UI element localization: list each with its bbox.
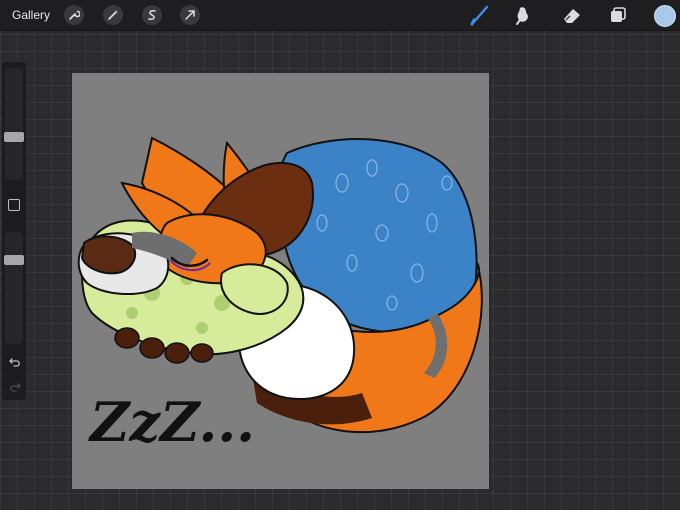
transform-arrow-icon[interactable] — [180, 5, 200, 25]
left-sidebar — [2, 62, 26, 400]
selection-icon[interactable] — [142, 5, 162, 25]
color-swatch[interactable] — [654, 5, 676, 27]
zzz-caption: ZzZ... — [88, 390, 255, 454]
wrench-icon[interactable] — [64, 5, 84, 25]
artwork: ZzZ... — [77, 136, 483, 454]
layers-icon[interactable] — [607, 4, 629, 26]
brush-size-slider[interactable] — [4, 68, 24, 180]
drawing-canvas[interactable]: ZzZ... — [72, 73, 489, 489]
smudge-icon[interactable] — [512, 4, 534, 26]
modify-button[interactable] — [8, 199, 20, 211]
nose — [80, 235, 137, 275]
opacity-slider[interactable] — [4, 232, 24, 344]
undo-icon[interactable] — [8, 355, 22, 369]
brush-icon[interactable] — [469, 4, 491, 26]
magic-wand-icon[interactable] — [103, 5, 123, 25]
gallery-button[interactable]: Gallery — [12, 8, 50, 22]
brush-size-handle[interactable] — [4, 132, 24, 142]
top-toolbar: Gallery — [0, 0, 680, 31]
eraser-icon[interactable] — [561, 4, 583, 26]
opacity-handle[interactable] — [4, 255, 24, 265]
redo-icon[interactable] — [8, 380, 22, 394]
